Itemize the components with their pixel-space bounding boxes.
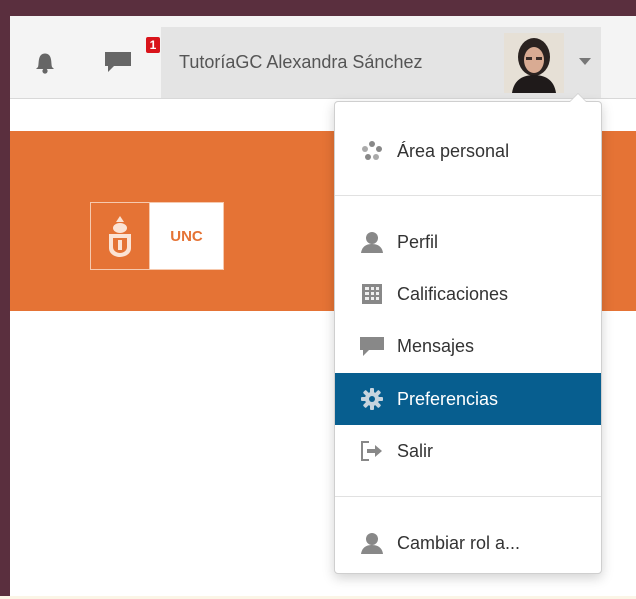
menu-item-preferencias[interactable]: Preferencias (335, 373, 601, 425)
menu-divider (335, 496, 601, 497)
menu-item-cambiar-rol[interactable]: Cambiar rol a... (335, 517, 601, 569)
caret-down-icon (579, 58, 591, 65)
grades-table-icon (359, 281, 385, 307)
menu-item-salir[interactable]: Salir (335, 425, 601, 477)
logo-text: UNC (150, 203, 223, 269)
menu-item-area-personal[interactable]: Área personal (335, 125, 601, 177)
user-name: TutoríaGC Alexandra Sánchez (179, 52, 423, 72)
notifications-button[interactable] (34, 49, 56, 75)
gear-icon (359, 386, 385, 412)
menu-item-perfil[interactable]: Perfil (335, 216, 601, 268)
menu-item-label: Preferencias (397, 388, 499, 409)
navbar: 1 TutoríaGC Alexandra Sánchez (10, 16, 636, 99)
menu-item-label: Área personal (397, 140, 510, 161)
dashboard-icon (359, 138, 385, 164)
crest-icon (91, 203, 150, 269)
logout-icon (359, 438, 385, 464)
menu-item-calificaciones[interactable]: Calificaciones (335, 268, 601, 320)
menu-item-label: Mensajes (397, 335, 475, 356)
menu-item-label: Salir (397, 440, 434, 461)
bell-icon (36, 53, 54, 74)
menu-divider (335, 195, 601, 196)
menu-item-mensajes[interactable]: Mensajes (335, 320, 601, 372)
browser-viewport: 1 TutoríaGC Alexandra Sánchez UNC Área p… (10, 16, 636, 596)
user-dropdown-menu: Área personal Perfil Calificaciones Mens… (334, 93, 602, 574)
messages-count-badge: 1 (146, 37, 160, 53)
messages-button[interactable] (102, 48, 134, 76)
user-icon (359, 229, 385, 255)
user-icon (359, 530, 385, 556)
unc-logo[interactable]: UNC (90, 202, 224, 270)
speech-bubble-icon (105, 52, 131, 72)
avatar (504, 33, 564, 93)
menu-item-label: Perfil (397, 231, 439, 252)
user-menu-toggle[interactable]: TutoríaGC Alexandra Sánchez (161, 27, 601, 98)
menu-item-label: Cambiar rol a... (397, 532, 521, 553)
message-icon (359, 333, 385, 359)
menu-item-label: Calificaciones (397, 283, 509, 304)
